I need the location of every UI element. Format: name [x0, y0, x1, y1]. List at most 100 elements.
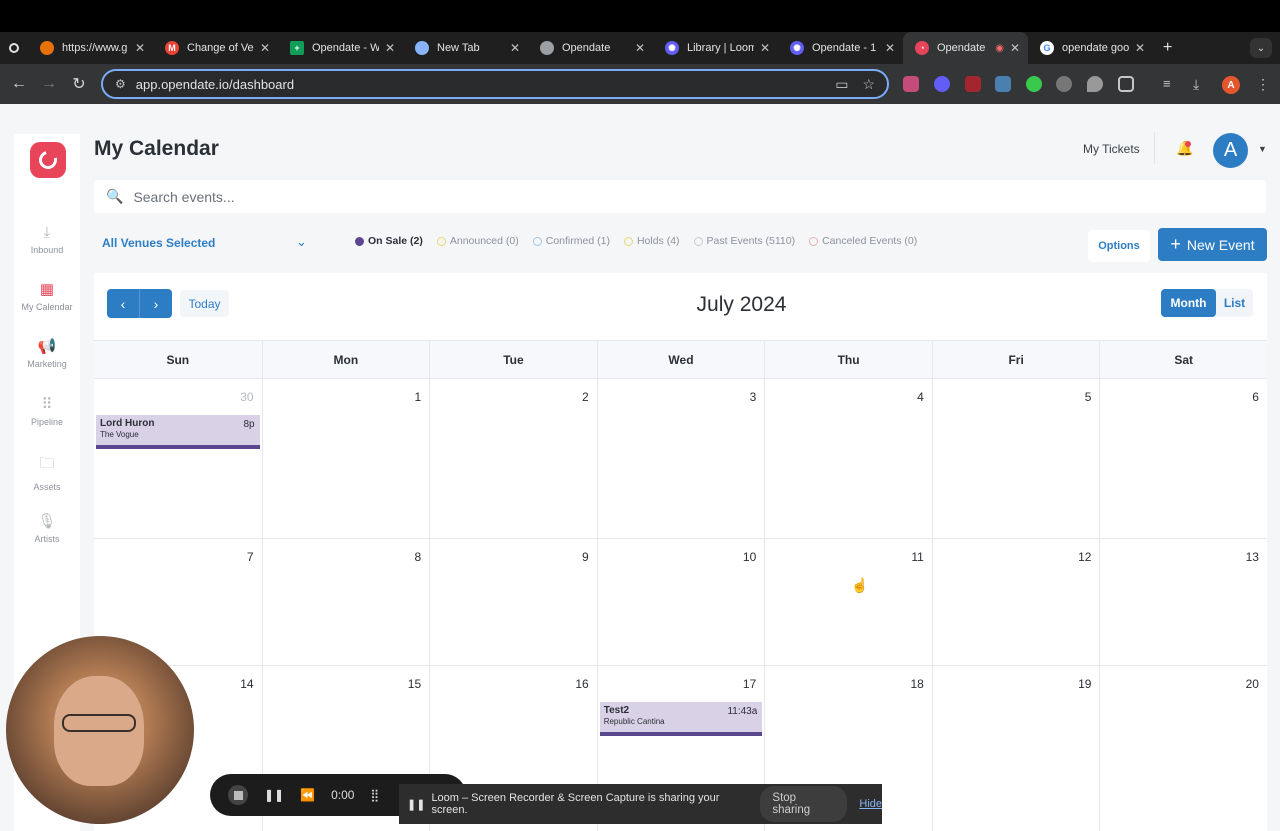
- filter-on-sale[interactable]: On Sale (2): [355, 235, 423, 247]
- new-tab-button[interactable]: +: [1163, 39, 1172, 57]
- opendate-logo[interactable]: [30, 142, 66, 178]
- sidebar-item-pipeline[interactable]: ⠿ Pipeline: [14, 395, 80, 427]
- tab-2[interactable]: + Opendate - W ✕: [278, 32, 403, 64]
- chevron-down-icon[interactable]: ⌄: [296, 234, 307, 250]
- extension-icon[interactable]: [903, 76, 919, 92]
- tab-5[interactable]: ✺ Library | Loom ✕: [653, 32, 778, 64]
- day-cell[interactable]: 1: [261, 379, 430, 538]
- close-icon[interactable]: ✕: [885, 41, 895, 55]
- new-event-button[interactable]: + New Event: [1158, 228, 1267, 261]
- menu-kebab-icon[interactable]: ⋮: [1256, 76, 1272, 92]
- recording-timer: 0:00: [331, 788, 355, 802]
- close-icon[interactable]: ✕: [1010, 41, 1020, 55]
- tab-search-icon[interactable]: ⌄: [1250, 38, 1272, 58]
- back-icon[interactable]: ←: [4, 75, 34, 93]
- media-icon[interactable]: ≡: [1163, 76, 1179, 92]
- forward-icon[interactable]: →: [34, 75, 64, 93]
- search-icon: 🔍: [106, 188, 124, 204]
- download-icon[interactable]: ⤓: [1193, 76, 1209, 92]
- day-cell[interactable]: 12: [931, 539, 1100, 665]
- hide-link[interactable]: Hide: [859, 798, 882, 810]
- day-cell[interactable]: 20: [1099, 666, 1267, 831]
- day-cell[interactable]: 8: [261, 539, 430, 665]
- tab-0[interactable]: https://www.g ✕: [28, 32, 153, 64]
- tab-3[interactable]: New Tab ✕: [403, 32, 528, 64]
- close-icon[interactable]: ✕: [760, 41, 770, 55]
- calendar-icon: ▦: [39, 281, 55, 298]
- tab-1[interactable]: M Change of Ve ✕: [153, 32, 278, 64]
- caret-down-icon[interactable]: ▼: [1258, 144, 1267, 154]
- recording-icon[interactable]: [0, 32, 28, 64]
- day-cell[interactable]: 11: [764, 539, 932, 665]
- day-number: 19: [1078, 677, 1092, 691]
- close-icon[interactable]: ✕: [385, 41, 395, 55]
- stop-sharing-button[interactable]: Stop sharing: [760, 786, 848, 822]
- day-cell[interactable]: 4: [764, 379, 932, 538]
- sidebar-item-inbound[interactable]: ⤓ Inbound: [14, 224, 80, 255]
- user-avatar[interactable]: A: [1213, 133, 1248, 168]
- tab-8[interactable]: Gopendate goo ✕: [1028, 32, 1153, 64]
- event-venue: The Vogue: [100, 430, 139, 439]
- list-view-button[interactable]: List: [1216, 289, 1253, 317]
- close-icon[interactable]: ✕: [510, 41, 520, 55]
- camera-icon[interactable]: ▭: [835, 76, 848, 93]
- extension-icon[interactable]: [995, 76, 1011, 92]
- extension-icon[interactable]: [965, 76, 981, 92]
- puzzle-icon[interactable]: [1118, 76, 1134, 92]
- pause-icon[interactable]: ❚❚: [264, 788, 284, 802]
- close-icon[interactable]: ✕: [135, 41, 145, 55]
- day-number: 3: [749, 390, 757, 404]
- day-cell[interactable]: 30 Lord Huron The Vogue 8p: [94, 379, 262, 538]
- day-number: 2: [582, 390, 589, 404]
- sheets-icon: +: [290, 41, 304, 55]
- filter-holds[interactable]: Holds (4): [623, 235, 680, 247]
- day-cell[interactable]: 13: [1099, 539, 1267, 665]
- day-cell[interactable]: 10: [596, 539, 765, 665]
- event-lord-huron[interactable]: Lord Huron The Vogue 8p: [96, 415, 260, 449]
- webcam-bubble[interactable]: [6, 636, 194, 824]
- window-topbar: [0, 0, 1280, 32]
- profile-avatar[interactable]: A: [1222, 76, 1240, 94]
- site-info-icon[interactable]: ⚙: [115, 77, 126, 91]
- day-cell[interactable]: 2: [429, 379, 597, 538]
- reload-icon[interactable]: ↻: [64, 74, 94, 94]
- tab-7-active[interactable]: ◔ Opendate ◉ ✕: [903, 32, 1028, 64]
- weekday-label: Fri: [931, 341, 1100, 378]
- extension-icon[interactable]: [1056, 76, 1072, 92]
- close-icon[interactable]: ✕: [260, 41, 270, 55]
- tab-4[interactable]: Opendate ✕: [528, 32, 653, 64]
- bookmark-star-icon[interactable]: ☆: [862, 76, 875, 93]
- venue-selector[interactable]: All Venues Selected: [102, 236, 215, 250]
- day-cell[interactable]: 5: [931, 379, 1100, 538]
- day-cell[interactable]: 19: [931, 666, 1100, 831]
- drag-handle-icon[interactable]: ⣿: [370, 788, 379, 802]
- location-icon[interactable]: [1087, 76, 1103, 92]
- month-view-button[interactable]: Month: [1161, 289, 1216, 317]
- sidebar-item-my-calendar[interactable]: ▦ My Calendar: [14, 280, 80, 312]
- event-time: 11:43a: [727, 706, 758, 717]
- extension-icon[interactable]: [1026, 76, 1042, 92]
- day-cell[interactable]: 9: [429, 539, 597, 665]
- address-bar[interactable]: ⚙ app.opendate.io/dashboard ▭ ☆: [101, 69, 889, 99]
- filter-announced[interactable]: Announced (0): [436, 235, 519, 247]
- close-icon[interactable]: ✕: [635, 41, 645, 55]
- filter-canceled-events[interactable]: Canceled Events (0): [809, 235, 917, 247]
- filter-confirmed[interactable]: Confirmed (1): [532, 235, 610, 247]
- sidebar-item-marketing[interactable]: 📢 Marketing: [14, 337, 80, 369]
- filter-past-events[interactable]: Past Events (5110): [693, 235, 795, 247]
- my-tickets-link[interactable]: My Tickets: [1083, 142, 1140, 156]
- loom-extension-icon[interactable]: [934, 76, 950, 92]
- search-input[interactable]: 🔍 Search events...: [94, 180, 1266, 213]
- week-row: 7 8 9 10 11 12 13: [94, 539, 1267, 666]
- sidebar-item-assets[interactable]: 🗀 Assets: [14, 453, 80, 492]
- sidebar-item-artists[interactable]: 🎙 Artists: [14, 512, 80, 544]
- event-test2[interactable]: Test2 Republic Cantina 11:43a: [599, 702, 763, 736]
- tab-6[interactable]: ✺ Opendate - 1 ✕: [778, 32, 903, 64]
- day-cell[interactable]: 3: [596, 379, 765, 538]
- stop-recording-button[interactable]: [228, 785, 248, 805]
- status-dot-icon: [436, 236, 446, 246]
- options-button[interactable]: Options: [1088, 230, 1150, 262]
- rewind-icon[interactable]: ⏪: [300, 788, 315, 802]
- close-icon[interactable]: ✕: [1135, 41, 1145, 55]
- day-cell[interactable]: 6: [1099, 379, 1267, 538]
